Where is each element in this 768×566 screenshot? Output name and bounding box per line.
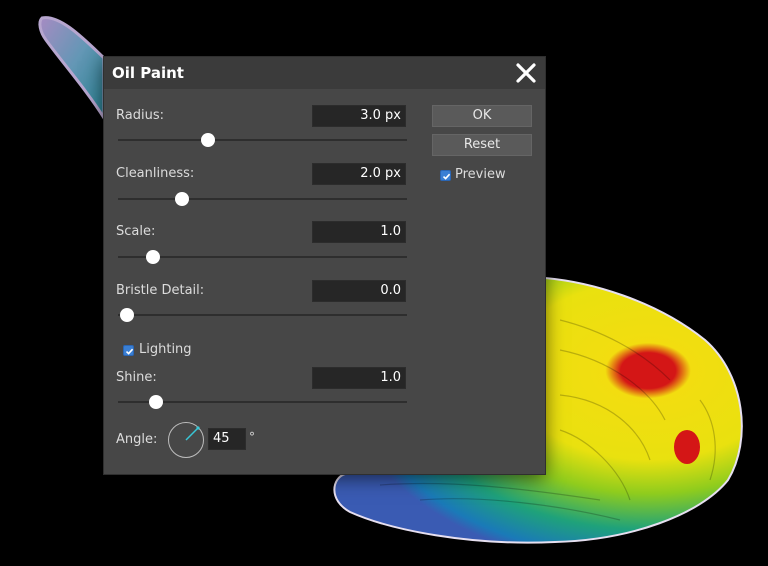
shine-slider-thumb[interactable] [148, 395, 163, 409]
scale-label: Scale: [116, 224, 156, 239]
bristle-detail-value-field[interactable]: 0.0 [312, 280, 406, 302]
cleanliness-label: Cleanliness: [116, 166, 195, 181]
angle-dial-indicator [185, 427, 199, 441]
scale-slider-thumb[interactable] [145, 250, 160, 264]
angle-value-field[interactable]: 45 [208, 428, 246, 450]
reset-button[interactable]: Reset [432, 134, 532, 156]
radius-value-field[interactable]: 3.0 px [312, 105, 406, 127]
angle-dial[interactable] [168, 422, 204, 458]
preview-label[interactable]: Preview [455, 167, 506, 182]
oil-paint-dialog: Oil Paint Radius: 3.0 px Cleanliness: 2.… [104, 57, 545, 474]
scale-slider[interactable] [118, 250, 407, 264]
shine-label: Shine: [116, 370, 157, 385]
cleanliness-value-field[interactable]: 2.0 px [312, 163, 406, 185]
ok-button[interactable]: OK [432, 105, 532, 127]
radius-slider[interactable] [118, 133, 407, 147]
cleanliness-slider[interactable] [118, 192, 407, 206]
scale-value-field[interactable]: 1.0 [312, 221, 406, 243]
shine-value-field[interactable]: 1.0 [312, 367, 406, 389]
bristle-detail-label: Bristle Detail: [116, 283, 205, 298]
bristle-detail-slider[interactable] [118, 308, 407, 322]
angle-label: Angle: [116, 432, 158, 447]
dialog-titlebar[interactable]: Oil Paint [104, 57, 545, 89]
lighting-checkbox[interactable] [123, 345, 134, 356]
shine-slider[interactable] [118, 395, 407, 409]
angle-degree-unit: ° [249, 430, 255, 444]
bristle-detail-slider-thumb[interactable] [119, 308, 134, 322]
close-icon[interactable] [513, 60, 539, 86]
radius-label: Radius: [116, 108, 164, 123]
lighting-label[interactable]: Lighting [139, 342, 192, 357]
dialog-title: Oil Paint [112, 64, 184, 82]
radius-slider-thumb[interactable] [200, 133, 215, 147]
cleanliness-slider-thumb[interactable] [174, 192, 189, 206]
preview-checkbox[interactable] [440, 170, 451, 181]
